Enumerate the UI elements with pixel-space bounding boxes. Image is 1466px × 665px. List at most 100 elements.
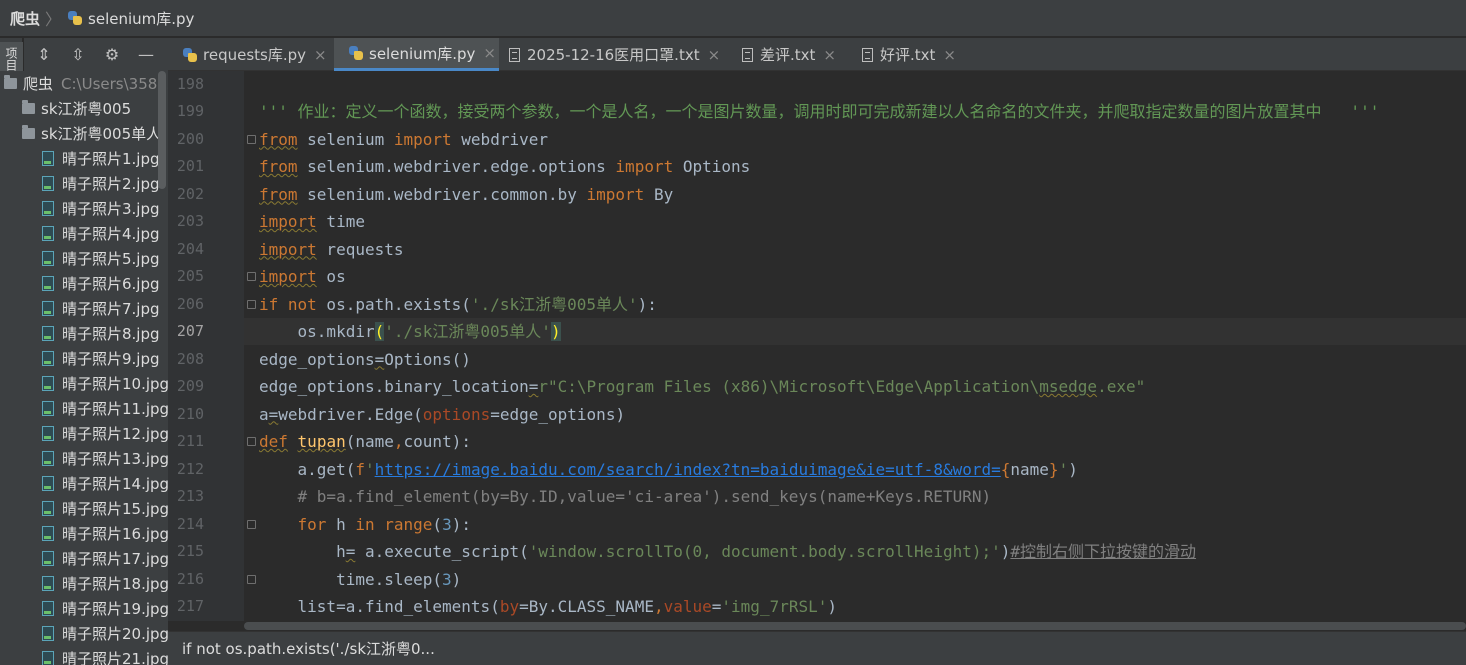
tree-file-row[interactable]: 晴子照片5.jpg — [42, 246, 160, 271]
image-file-icon — [42, 176, 54, 191]
code-line[interactable]: 215 h= a.execute_script('window.scrollTo… — [168, 538, 1466, 565]
code-line[interactable]: 210 a=webdriver.Edge(options=edge_options… — [168, 401, 1466, 428]
tree-file-row[interactable]: 晴子照片10.jpg — [42, 371, 168, 396]
tree-file-row[interactable]: 晴子照片20.jpg — [42, 621, 168, 646]
code-line[interactable]: 203 import time — [168, 208, 1466, 235]
fold-marker-icon[interactable] — [247, 272, 256, 281]
fold-marker-icon[interactable] — [247, 299, 256, 309]
code-token: by — [499, 597, 520, 616]
code-token: './sk江浙粤005单人' — [470, 294, 638, 314]
code-token: from — [259, 184, 298, 204]
image-file-icon — [42, 601, 54, 616]
tree-file-row[interactable]: 晴子照片14.jpg — [42, 471, 168, 496]
fold-marker-icon[interactable] — [247, 437, 256, 446]
code-token: 'img_7rRSL' — [721, 597, 828, 616]
editor-tab[interactable]: 好评.txt × — [848, 38, 958, 71]
code-text: # b=a.find_element(by=By.ID,value='ci-ar… — [259, 483, 992, 510]
code-token: a.execute_script( — [355, 542, 529, 561]
code-lines[interactable]: 198 199 ''' 作业：定义一个函数，接受两个参数，一个是人名，一个是图片数量… — [168, 71, 1466, 621]
close-icon[interactable]: × — [823, 46, 836, 64]
tree-root-row[interactable]: 爬虫 C:\Users\35802 — [4, 71, 168, 96]
code-line[interactable]: 213 # b=a.find_element(by=By.ID,value='c… — [168, 483, 1466, 510]
tree-file-row[interactable]: 晴子照片3.jpg — [42, 196, 160, 221]
line-number: 203 — [176, 212, 204, 230]
code-text: h= a.execute_script('window.scrollTo(0, … — [259, 538, 1196, 565]
tree-file-row[interactable]: 晴子照片19.jpg — [42, 596, 168, 621]
code-token: time — [316, 212, 365, 231]
tree-file-row[interactable]: 晴子照片18.jpg — [42, 571, 168, 596]
code-token: =edge_options) — [490, 404, 626, 424]
tree-scrollbar[interactable] — [158, 71, 166, 189]
tree-file-row[interactable]: 晴子照片15.jpg — [42, 496, 168, 521]
tree-file-row[interactable]: 晴子照片11.jpg — [42, 396, 168, 421]
tree-file-row[interactable]: 晴子照片8.jpg — [42, 321, 160, 346]
tree-file-row[interactable]: 晴子照片9.jpg — [42, 346, 160, 371]
tree-file-row[interactable]: 晴子照片1.jpg — [42, 146, 160, 171]
tree-file-row[interactable]: 晴子照片7.jpg — [42, 296, 160, 321]
code-breadcrumb[interactable]: if not os.path.exists('./sk江浙粤0... — [182, 638, 435, 659]
code-token: value — [663, 597, 712, 616]
code-line[interactable]: 207 os.mkdir('./sk江浙粤005单人') — [168, 318, 1466, 345]
expand-all-icon[interactable]: ⇕ — [36, 46, 52, 63]
code-token: from — [259, 129, 298, 149]
code-line[interactable]: 206 if not os.path.exists('./sk江浙粤005单人')… — [168, 291, 1466, 318]
editor-tab[interactable]: 差评.txt × — [728, 38, 846, 71]
code-line[interactable]: 209 edge_options.binary_location=r"C:\Pro… — [168, 373, 1466, 400]
tree-file-name: 晴子照片9.jpg — [62, 350, 160, 368]
tree-folder-row[interactable]: sk江浙粤005单人 — [22, 121, 161, 146]
code-token: name — [1010, 459, 1049, 479]
tree-file-row[interactable]: 晴子照片13.jpg — [42, 446, 168, 471]
tree-file-row[interactable]: 晴子照片4.jpg — [42, 221, 160, 246]
code-line[interactable]: 201 from selenium.webdriver.edge.options … — [168, 153, 1466, 180]
code-line[interactable]: 214 for h in range(3): — [168, 511, 1466, 538]
tree-file-row[interactable]: 晴子照片12.jpg — [42, 421, 168, 446]
fold-marker-icon[interactable] — [247, 519, 256, 529]
code-token: tupan — [297, 432, 346, 451]
fold-marker-icon[interactable] — [247, 134, 256, 144]
tree-file-row[interactable]: 晴子照片17.jpg — [42, 546, 168, 571]
gear-icon[interactable]: ⚙ — [104, 46, 120, 63]
code-line[interactable]: 217 list=a.find_elements(by=By.CLASS_NAM… — [168, 593, 1466, 620]
code-line[interactable]: 198 — [168, 71, 1466, 98]
fold-marker-icon[interactable] — [247, 574, 256, 584]
tree-folder-row[interactable]: sk江浙粤005 — [22, 96, 131, 121]
line-number: 215 — [176, 542, 204, 560]
code-token: https://image.baidu.com/search/index?tn=… — [374, 459, 1001, 479]
close-icon[interactable]: × — [314, 46, 327, 64]
code-token: = — [374, 349, 385, 369]
code-line[interactable]: 202 from selenium.webdriver.common.by imp… — [168, 181, 1466, 208]
code-line[interactable]: 216 time.sleep(3) — [168, 566, 1466, 593]
close-icon[interactable]: × — [943, 46, 956, 64]
code-token: os.path.exists( — [316, 294, 471, 314]
code-line[interactable]: 208 edge_options=Options() — [168, 346, 1466, 373]
breadcrumb-file[interactable]: selenium库.py — [88, 8, 194, 29]
code-token: ( — [374, 322, 385, 341]
code-token: os.mkdir — [259, 322, 375, 341]
code-line[interactable]: 199 ''' 作业：定义一个函数，接受两个参数，一个是人名，一个是图片数量，调用… — [168, 98, 1466, 125]
tree-file-row[interactable]: 晴子照片2.jpg — [42, 171, 160, 196]
code-line[interactable]: 204 import requests — [168, 236, 1466, 263]
breadcrumb-project[interactable]: 爬虫 — [10, 8, 40, 29]
project-toolbar: ⇕ ⇳ ⚙ — — [24, 38, 168, 71]
editor-tab[interactable]: selenium库.py × — [334, 38, 499, 71]
hide-icon[interactable]: — — [138, 46, 154, 63]
close-icon[interactable]: × — [708, 46, 721, 64]
tree-file-row[interactable]: 晴子照片16.jpg — [42, 521, 168, 546]
code-token: in — [355, 514, 375, 534]
code-token: edge_options — [259, 349, 375, 369]
code-line[interactable]: 205 import os — [168, 263, 1466, 290]
code-line[interactable]: 212 a.get(f'https://image.baidu.com/sear… — [168, 456, 1466, 483]
horizontal-scrollbar[interactable] — [244, 621, 1466, 631]
tree-file-row[interactable]: 晴子照片21.jpg — [42, 646, 168, 665]
code-token: ): — [637, 294, 657, 314]
editor-tab[interactable]: requests库.py × — [168, 38, 333, 71]
code-line[interactable]: 211 def tupan(name,count): — [168, 428, 1466, 455]
editor-tab[interactable]: 2025-12-16医用口罩.txt × — [495, 38, 727, 71]
collapse-all-icon[interactable]: ⇳ — [70, 46, 86, 63]
code-token: h — [326, 514, 356, 534]
horizontal-scrollbar-thumb[interactable] — [244, 622, 1466, 630]
code-text: import time — [259, 208, 365, 235]
code-token: a — [259, 404, 269, 424]
tree-file-row[interactable]: 晴子照片6.jpg — [42, 271, 160, 296]
code-line[interactable]: 200 from selenium import webdriver — [168, 126, 1466, 153]
